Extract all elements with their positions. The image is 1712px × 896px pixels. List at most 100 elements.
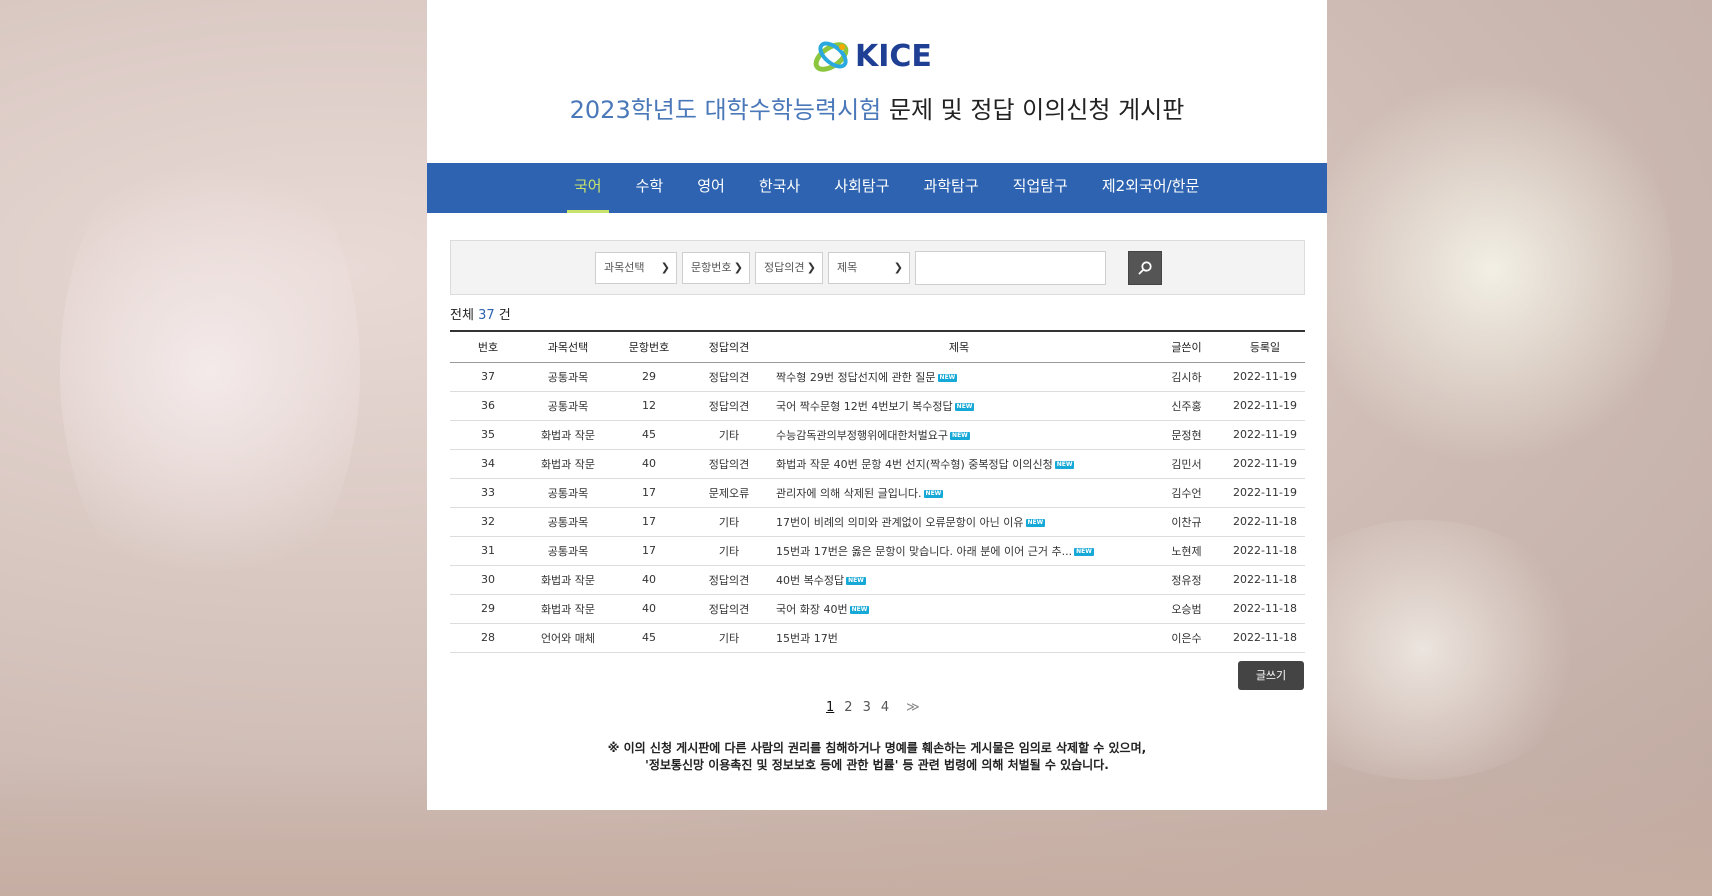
next-page-icon[interactable]: ≫ xyxy=(906,700,920,715)
post-title-cell[interactable]: 국어 짝수문형 12번 4번보기 복수정답 NEW xyxy=(770,391,1148,420)
chevron-down-icon: ❯ xyxy=(733,261,743,274)
table-row[interactable]: 33 공통과목 17 문제오류 관리자에 의해 삭제된 글입니다. NEW 김수언 2022-… xyxy=(450,478,1305,507)
post-title-cell[interactable]: 수능감독관의부정행위에대한처벌요구 NEW xyxy=(770,420,1148,449)
post-title-cell[interactable]: 15번과 17번은 옳은 문항이 맞습니다. 아래 분에 이어 근거 추... N… xyxy=(770,536,1148,565)
post-opinion: 기타 xyxy=(718,428,740,442)
opinion-select[interactable]: 정답의견 ❯ xyxy=(755,252,823,284)
post-author: 문정현 xyxy=(1171,428,1202,442)
post-number: 29 xyxy=(481,602,495,615)
notice: ※ 이의 신청 게시판에 다른 사람의 권리를 침해하거나 명예를 훼손하는 게… xyxy=(427,740,1327,774)
kice-emblem-icon xyxy=(813,41,849,72)
write-button[interactable]: 글쓰기 xyxy=(1238,661,1304,690)
subject-nav-list: 국어 수학 영어 한국사 사회탐구 과학탐구 직업탐구 제2외국어/한문 xyxy=(557,163,1216,213)
post-question: 17 xyxy=(642,544,656,557)
post-title-cell[interactable]: 국어 화장 40번 NEW xyxy=(770,594,1148,623)
board-panel: KICE 2023학년도 대학수학능력시험 문제 및 정답 이의신청 게시판 국… xyxy=(427,0,1327,810)
table-row[interactable]: 29 화법과 작문 40 정답의견 국어 화장 40번 NEW 오승범 2022-11-18 xyxy=(450,594,1305,623)
post-number: 36 xyxy=(481,399,495,412)
subject-select[interactable]: 과목선택 ❯ xyxy=(595,252,677,284)
post-opinion: 정답의견 xyxy=(708,370,750,384)
post-author: 오승범 xyxy=(1171,602,1202,616)
column-header: 문항번호 xyxy=(628,340,670,354)
new-badge: NEW xyxy=(849,605,870,614)
post-title-link[interactable]: 국어 짝수문형 12번 4번보기 복수정답 xyxy=(776,400,953,413)
post-title-link[interactable]: 국어 화장 40번 xyxy=(776,603,848,616)
post-title-link[interactable]: 수능감독관의부정행위에대한처벌요구 xyxy=(776,429,948,442)
table-header-row: 번호 과목선택 문항번호 정답의견 제목 글쓴이 등록일 xyxy=(450,331,1305,362)
post-date: 2022-11-19 xyxy=(1233,486,1297,499)
post-title-link[interactable]: 화법과 작문 40번 문항 4번 선지(짝수형) 중복정답 이의신청 xyxy=(776,458,1053,471)
chevron-down-icon: ❯ xyxy=(660,261,670,274)
table-row[interactable]: 36 공통과목 12 정답의견 국어 짝수문형 12번 4번보기 복수정답 NEW 신주홍 2… xyxy=(450,391,1305,420)
tab-subject[interactable]: 사회탐구 xyxy=(817,163,906,213)
table-row[interactable]: 34 화법과 작문 40 정답의견 화법과 작문 40번 문항 4번 선지(짝수형) 중… xyxy=(450,449,1305,478)
post-title-cell[interactable]: 화법과 작문 40번 문항 4번 선지(짝수형) 중복정답 이의신청 NEW xyxy=(770,449,1148,478)
post-author: 이찬규 xyxy=(1171,515,1202,529)
post-date: 2022-11-18 xyxy=(1233,573,1297,586)
post-title-link[interactable]: 40번 복수정답 xyxy=(776,574,844,587)
kice-logo[interactable]: KICE xyxy=(809,35,947,77)
post-date: 2022-11-18 xyxy=(1233,515,1297,528)
page-link[interactable]: 3 xyxy=(863,700,871,715)
table-row[interactable]: 31 공통과목 17 기타 15번과 17번은 옳은 문항이 맞습니다. 아래 분에 이… xyxy=(450,536,1305,565)
post-subject: 공통과목 xyxy=(547,486,589,500)
tab-subject[interactable]: 직업탐구 xyxy=(996,163,1085,213)
new-badge: NEW xyxy=(937,373,958,382)
table-row[interactable]: 30 화법과 작문 40 정답의견 40번 복수정답 NEW 정유정 2022-11-18 xyxy=(450,565,1305,594)
question-select-value: 문항번호 xyxy=(691,261,732,274)
post-title-cell[interactable]: 17번이 비례의 의미와 관계없이 오류문항이 아닌 이유 NEW xyxy=(770,507,1148,536)
tab-subject[interactable]: 한국사 xyxy=(742,163,817,213)
page-link[interactable]: 1 xyxy=(826,700,834,715)
post-subject: 화법과 작문 xyxy=(540,602,596,616)
table-row[interactable]: 37 공통과목 29 정답의견 짝수형 29번 정답선지에 관한 질문 NEW 김시하 202… xyxy=(450,362,1305,391)
table-row[interactable]: 32 공통과목 17 기타 17번이 비례의 의미와 관계없이 오류문항이 아닌 이유 N… xyxy=(450,507,1305,536)
page-link[interactable]: 4 xyxy=(881,700,889,715)
column-header: 번호 xyxy=(477,340,499,354)
opinion-select-value: 정답의견 xyxy=(764,261,805,274)
column-header: 글쓴이 xyxy=(1171,340,1202,354)
post-author: 김시하 xyxy=(1171,370,1202,384)
table-body: 37 공통과목 29 정답의견 짝수형 29번 정답선지에 관한 질문 NEW 김시하 202… xyxy=(450,362,1305,652)
tab-subject[interactable]: 영어 xyxy=(680,163,742,213)
chevron-down-icon: ❯ xyxy=(806,261,816,274)
total-number: 37 xyxy=(478,308,495,323)
table-row[interactable]: 35 화법과 작문 45 기타 수능감독관의부정행위에대한처벌요구 NEW 문정현 2022-… xyxy=(450,420,1305,449)
page-link[interactable]: 2 xyxy=(844,700,852,715)
post-date: 2022-11-18 xyxy=(1233,631,1297,644)
total-count: 전체 37 건 xyxy=(450,304,511,323)
post-opinion: 정답의견 xyxy=(708,602,750,616)
post-subject: 화법과 작문 xyxy=(540,428,596,442)
subject-select-value: 과목선택 xyxy=(604,261,645,274)
tab-subject[interactable]: 제2외국어/한문 xyxy=(1085,163,1216,213)
post-title-cell[interactable]: 40번 복수정답 NEW xyxy=(770,565,1148,594)
post-subject: 공통과목 xyxy=(547,544,589,558)
post-author: 노현제 xyxy=(1171,544,1202,558)
post-number: 31 xyxy=(481,544,495,557)
search-icon xyxy=(1138,261,1152,275)
post-title-link[interactable]: 17번이 비례의 의미와 관계없이 오류문항이 아닌 이유 xyxy=(776,516,1024,529)
question-select[interactable]: 문항번호 ❯ xyxy=(682,252,750,284)
field-select[interactable]: 제목 ❯ xyxy=(828,252,910,284)
background-blur xyxy=(60,120,360,620)
pagination: 1 2 3 4 ≫ xyxy=(821,700,925,715)
post-title-cell[interactable]: 짝수형 29번 정답선지에 관한 질문 NEW xyxy=(770,362,1148,391)
table-row[interactable]: 28 언어와 매체 45 기타 15번과 17번 이은수 2022-11-18 xyxy=(450,623,1305,652)
post-question: 29 xyxy=(642,370,656,383)
post-title-link[interactable]: 짝수형 29번 정답선지에 관한 질문 xyxy=(776,371,936,384)
subject-nav: 국어 수학 영어 한국사 사회탐구 과학탐구 직업탐구 제2외국어/한문 xyxy=(427,163,1327,213)
post-date: 2022-11-18 xyxy=(1233,602,1297,615)
post-title-link[interactable]: 15번과 17번은 옳은 문항이 맞습니다. 아래 분에 이어 근거 추... xyxy=(776,545,1072,558)
search-button[interactable] xyxy=(1128,251,1162,285)
tab-subject[interactable]: 국어 xyxy=(557,163,619,213)
search-input[interactable] xyxy=(915,251,1106,285)
tab-subject[interactable]: 수학 xyxy=(619,163,681,213)
post-title-cell[interactable]: 관리자에 의해 삭제된 글입니다. NEW xyxy=(770,478,1148,507)
post-question: 40 xyxy=(642,457,656,470)
column-header: 정답의견 xyxy=(708,340,750,354)
post-title-cell[interactable]: 15번과 17번 xyxy=(770,623,1148,652)
page-title-rest: 문제 및 정답 이의신청 게시판 xyxy=(881,96,1185,124)
tab-subject[interactable]: 과학탐구 xyxy=(906,163,995,213)
post-title-link[interactable]: 15번과 17번 xyxy=(776,632,838,645)
post-title-link[interactable]: 관리자에 의해 삭제된 글입니다. xyxy=(776,487,922,500)
column-header: 과목선택 xyxy=(547,340,589,354)
